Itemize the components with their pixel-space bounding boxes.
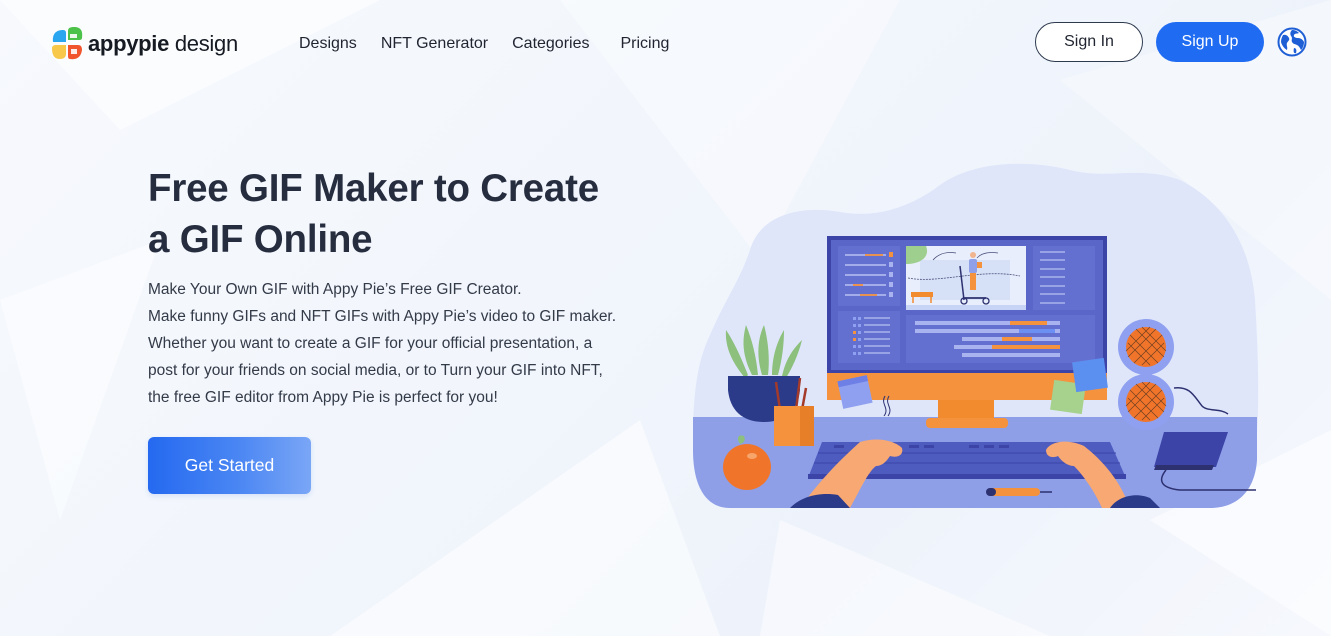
nav-item-nft-generator[interactable]: NFT Generator	[381, 34, 488, 54]
brand-name: appypie design	[88, 30, 238, 56]
appypie-logo-icon	[52, 27, 83, 60]
hero-description-line: Make funny GIFs and NFT GIFs with Appy P…	[148, 308, 617, 325]
brand-logo[interactable]: appypie design	[50, 26, 238, 61]
main-nav: Designs NFT Generator Categories Pricing	[299, 34, 693, 54]
brand-name-bold: appypie	[88, 30, 170, 56]
brand-name-light: design	[169, 30, 238, 56]
hero-description-line: post for your friends on social media, o…	[148, 362, 603, 379]
sign-in-button[interactable]: Sign In	[1035, 22, 1143, 62]
hero-description-line: Make Your Own GIF with Appy Pie’s Free G…	[148, 281, 522, 298]
apple	[723, 444, 771, 490]
video-editing-illustration	[693, 163, 1259, 508]
globe-icon[interactable]	[1277, 27, 1307, 57]
hero-title-line-1: Free GIF Maker to Create	[148, 167, 599, 210]
hero-title-line-2: a GIF Online	[148, 218, 373, 261]
get-started-button[interactable]: Get Started	[148, 437, 311, 494]
hero-title: Free GIF Maker to Create a GIF Online	[148, 163, 648, 265]
sticky-note	[1072, 357, 1108, 393]
external-drive	[1154, 432, 1228, 467]
hero-description: Make Your Own GIF with Appy Pie’s Free G…	[148, 276, 648, 411]
hero-description-line: the free GIF editor from Appy Pie is per…	[148, 389, 498, 406]
nav-item-designs[interactable]: Designs	[299, 34, 357, 54]
sign-up-button[interactable]: Sign Up	[1156, 22, 1264, 62]
nav-item-categories[interactable]: Categories	[512, 34, 589, 54]
nav-item-pricing[interactable]: Pricing	[620, 34, 669, 54]
hero-description-line: Whether you want to create a GIF for you…	[148, 335, 593, 352]
top-navbar: appypie design Designs NFT Generator Cat…	[0, 0, 1331, 88]
